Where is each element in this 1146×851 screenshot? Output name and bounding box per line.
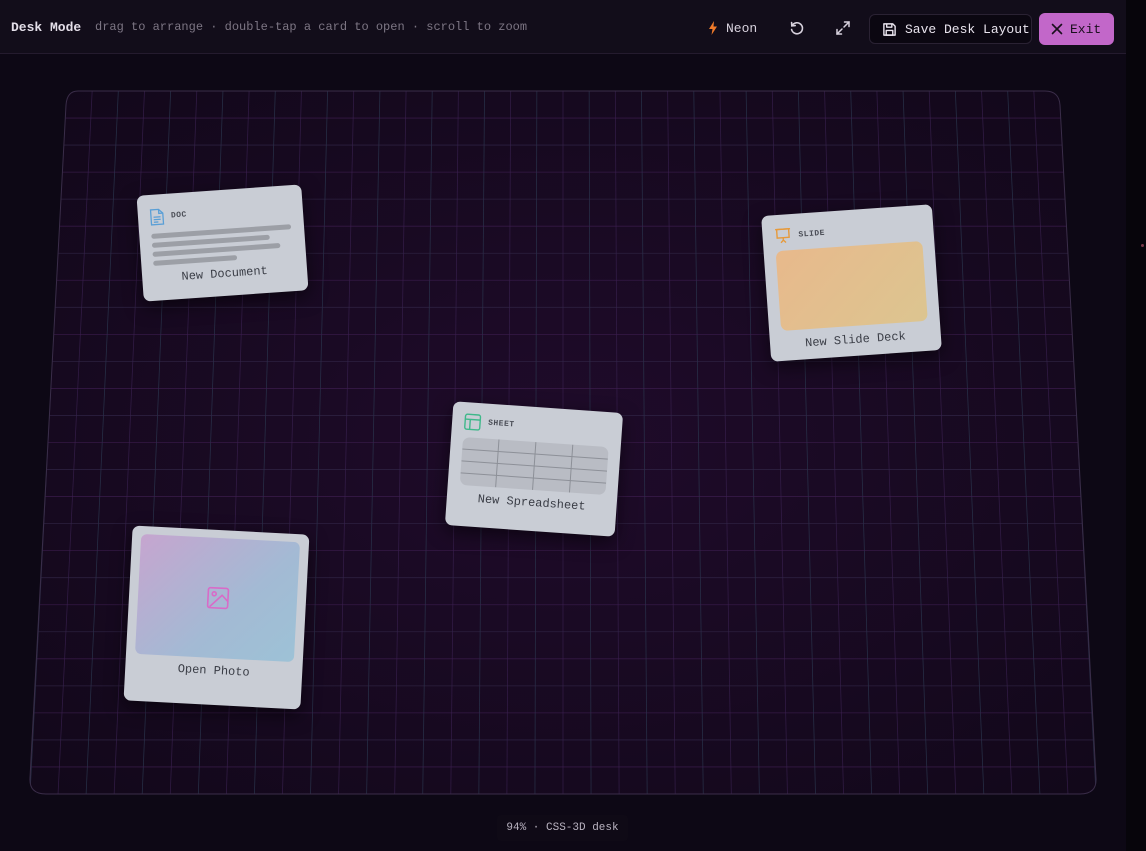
presentation-icon — [775, 227, 791, 244]
image-icon — [206, 586, 229, 610]
card-label: New Spreadsheet — [477, 492, 587, 514]
photo-preview — [134, 533, 301, 663]
table-icon — [464, 413, 482, 431]
document-icon — [149, 208, 165, 226]
card-label: New Slide Deck — [804, 329, 907, 351]
open-photo-card[interactable]: Open Photo — [123, 525, 310, 710]
window-edge — [1126, 0, 1146, 851]
card-label: Open Photo — [177, 662, 251, 680]
card-label: New Document — [181, 263, 269, 284]
save-button-label: Save Desk Layout — [905, 21, 1030, 37]
bolt-icon — [709, 21, 717, 35]
theme-toggle[interactable]: Neon — [708, 19, 757, 37]
spreadsheet-preview — [459, 436, 609, 496]
zoom-status: 94% · CSS-3D desk — [497, 815, 628, 841]
new-document-card[interactable]: DOC New Document — [136, 184, 309, 302]
theme-label: Neon — [726, 20, 758, 36]
usage-hint: drag to arrange · double-tap a card to o… — [95, 20, 528, 34]
card-type-tag: SLIDE — [798, 228, 826, 240]
close-icon — [1051, 23, 1063, 35]
save-desk-layout-button[interactable]: Save Desk Layout — [869, 14, 1032, 44]
page-title: Desk Mode — [11, 20, 82, 35]
new-spreadsheet-card[interactable]: SHEET New Spreadsheet — [444, 401, 624, 537]
top-bar: Desk Mode drag to arrange · double-tap a… — [0, 0, 1126, 54]
rotate-ccw-icon — [790, 21, 804, 35]
desk-mode-app: Desk Mode drag to arrange · double-tap a… — [0, 0, 1127, 851]
new-slide-deck-card[interactable]: SLIDE New Slide Deck — [761, 204, 942, 362]
exit-button[interactable]: Exit — [1039, 13, 1114, 45]
document-preview — [151, 224, 294, 266]
fullscreen-button[interactable] — [832, 17, 854, 39]
card-type-tag: SHEET — [487, 418, 515, 430]
card-type-tag: DOC — [170, 210, 188, 221]
expand-icon — [836, 21, 850, 35]
save-icon — [883, 22, 896, 36]
slide-preview — [775, 240, 928, 332]
exit-button-label: Exit — [1070, 21, 1102, 37]
reset-layout-button[interactable] — [786, 17, 808, 39]
